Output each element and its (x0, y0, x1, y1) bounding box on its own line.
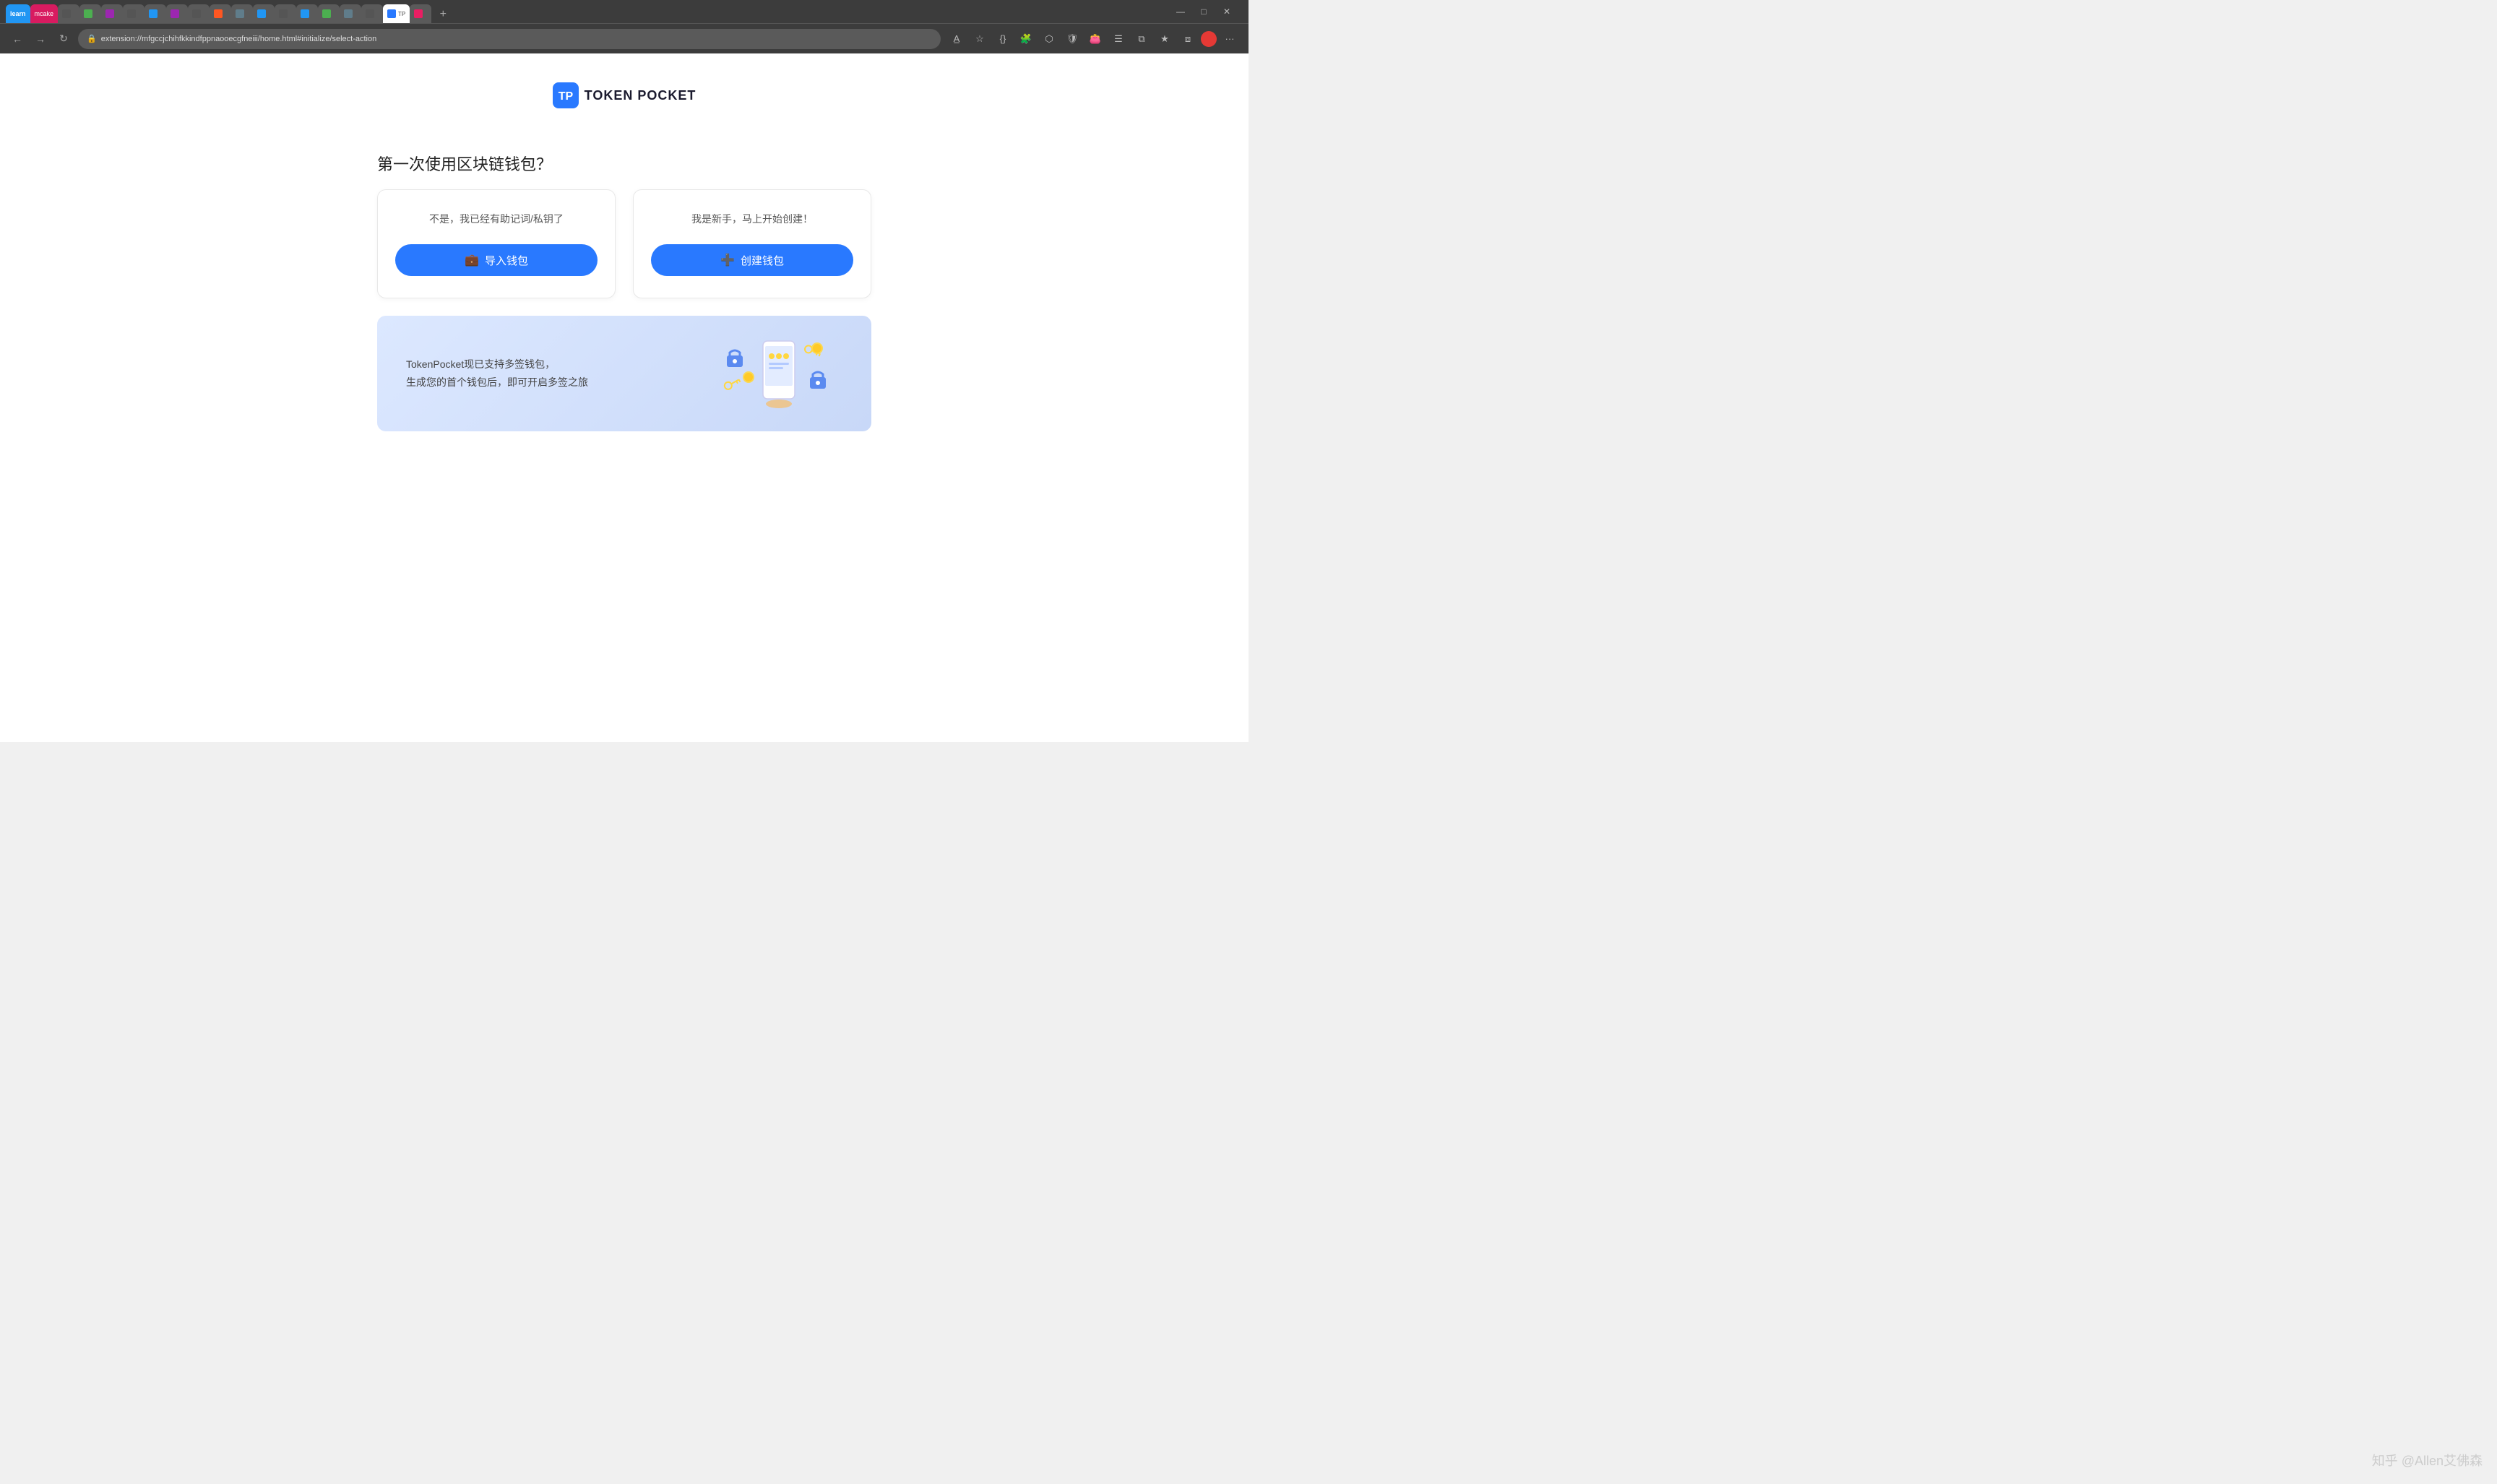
tab-14[interactable] (296, 4, 318, 23)
import-icon: 💼 (465, 253, 479, 267)
collections-button[interactable]: ⧈ (1178, 29, 1198, 49)
main-content: TP TOKEN POCKET 第一次使用区块链钱包？ 不是，我已经有助记词/私… (0, 53, 1248, 742)
security-icon: 🔒 (87, 34, 97, 43)
tab-favicon-4 (84, 9, 92, 18)
import-wallet-button[interactable]: 💼 导入钱包 (395, 244, 598, 276)
devtools-button[interactable]: {} (993, 29, 1013, 49)
sync-button[interactable]: ⬡ (1039, 29, 1059, 49)
tab-favicon-16 (344, 9, 353, 18)
tab-15[interactable] (318, 4, 340, 23)
tab-mcake-label: mcake (35, 10, 54, 17)
import-wallet-label: 导入钱包 (485, 253, 528, 268)
create-wallet-card: 我是新手，马上开始创建！ ➕ 创建钱包 (633, 189, 871, 298)
logo-text: TOKEN POCKET (585, 88, 697, 103)
back-button[interactable]: ← (9, 30, 26, 48)
banner-illustration (712, 337, 842, 410)
multisig-banner[interactable]: TokenPocket现已支持多签钱包， 生成您的首个钱包后，即可开启多签之旅 (377, 316, 871, 431)
create-icon: ➕ (720, 253, 735, 267)
address-bar: ← → ↻ 🔒 extension://mfgccjchihfkkindfppn… (0, 23, 1248, 53)
tab-favicon-5 (105, 9, 114, 18)
logo-area: TP TOKEN POCKET (553, 82, 697, 108)
tab-favicon-active (387, 9, 396, 18)
import-wallet-card: 不是，我已经有助记词/私钥了 💼 导入钱包 (377, 189, 616, 298)
banner-text: TokenPocket现已支持多签钱包， 生成您的首个钱包后，即可开启多签之旅 (406, 355, 588, 392)
tab-8[interactable] (166, 4, 188, 23)
window-controls: — □ ✕ (1170, 0, 1243, 23)
tab-favicon-19 (414, 9, 423, 18)
reload-button[interactable]: ↻ (55, 30, 72, 48)
toolbar-actions: A̲ ☆ {} 🧩 ⬡ 🛡 👛 ☰ ⧉ ★ ⧈ ··· (946, 29, 1240, 49)
banner-line2: 生成您的首个钱包后，即可开启多签之旅 (406, 376, 588, 388)
tab-3[interactable] (58, 4, 79, 23)
menu-button[interactable]: ··· (1220, 29, 1240, 49)
tokenpocket-logo-icon: TP (553, 82, 579, 108)
tab-favicon-10 (214, 9, 223, 18)
tab-favicon-14 (301, 9, 309, 18)
tab-10[interactable] (210, 4, 231, 23)
tab-bar: learn mcake (0, 0, 1248, 23)
maximize-button[interactable]: □ (1194, 3, 1214, 20)
tab-5[interactable] (101, 4, 123, 23)
tab-13[interactable] (275, 4, 296, 23)
create-card-subtitle: 我是新手，马上开始创建！ (691, 212, 813, 227)
banner-line1: TokenPocket现已支持多签钱包， (406, 358, 555, 370)
favorites-button[interactable]: ★ (1155, 29, 1175, 49)
tab-4[interactable] (79, 4, 101, 23)
tab-favicon-6 (127, 9, 136, 18)
tab-favicon-11 (236, 9, 244, 18)
create-wallet-label: 创建钱包 (741, 253, 784, 268)
url-bar[interactable]: 🔒 extension://mfgccjchihfkkindfppnaooecg… (78, 29, 941, 49)
wallet-button[interactable]: 👛 (1085, 29, 1105, 49)
tab-11[interactable] (231, 4, 253, 23)
tab-learn-label: learn (10, 10, 26, 17)
tab-12[interactable] (253, 4, 275, 23)
tab-6[interactable] (123, 4, 145, 23)
tab-favicon-12 (257, 9, 266, 18)
shield-button[interactable]: 🛡 (1062, 29, 1082, 49)
tab-17[interactable] (361, 4, 383, 23)
tab-favicon-7 (149, 9, 158, 18)
minimize-button[interactable]: — (1170, 3, 1191, 20)
phone-illustration (712, 337, 842, 410)
splitscreen-button[interactable]: ⧉ (1131, 29, 1152, 49)
tab-7[interactable] (145, 4, 166, 23)
close-button[interactable]: ✕ (1217, 3, 1237, 20)
tab-learn[interactable]: learn (6, 4, 30, 23)
profile-avatar[interactable] (1201, 31, 1217, 47)
import-card-subtitle: 不是，我已经有助记词/私钥了 (429, 212, 564, 227)
new-tab-button[interactable]: + (434, 6, 452, 23)
tab-favicon-3 (62, 9, 71, 18)
url-text: extension://mfgccjchihfkkindfppnaooecgfn… (101, 35, 932, 43)
tab-favicon-17 (366, 9, 374, 18)
page-title: 第一次使用区块链钱包？ (377, 152, 871, 175)
tab-19[interactable] (410, 4, 431, 23)
tab-mcake[interactable]: mcake (30, 4, 59, 23)
reader-button[interactable]: ☰ (1108, 29, 1129, 49)
browser-frame: learn mcake (0, 0, 1248, 742)
tab-favicon-13 (279, 9, 288, 18)
create-wallet-button[interactable]: ➕ 创建钱包 (651, 244, 853, 276)
svg-text:TP: TP (558, 90, 573, 103)
tab-active-label: TP (398, 11, 405, 17)
tab-favicon-15 (322, 9, 331, 18)
tab-16[interactable] (340, 4, 361, 23)
cards-container: 不是，我已经有助记词/私钥了 💼 导入钱包 我是新手，马上开始创建！ ➕ 创建钱… (377, 189, 871, 298)
tab-9[interactable] (188, 4, 210, 23)
tab-active[interactable]: TP (383, 4, 410, 23)
page-title-container: 第一次使用区块链钱包？ (377, 152, 871, 189)
page-content: TP TOKEN POCKET 第一次使用区块链钱包？ 不是，我已经有助记词/私… (0, 53, 1248, 742)
forward-button[interactable]: → (32, 30, 49, 48)
tab-strip: learn mcake (6, 0, 1169, 23)
bookmark-button[interactable]: ☆ (970, 29, 990, 49)
extensions-button[interactable]: 🧩 (1016, 29, 1036, 49)
tab-favicon-9 (192, 9, 201, 18)
tab-favicon-8 (171, 9, 179, 18)
translate-button[interactable]: A̲ (946, 29, 967, 49)
